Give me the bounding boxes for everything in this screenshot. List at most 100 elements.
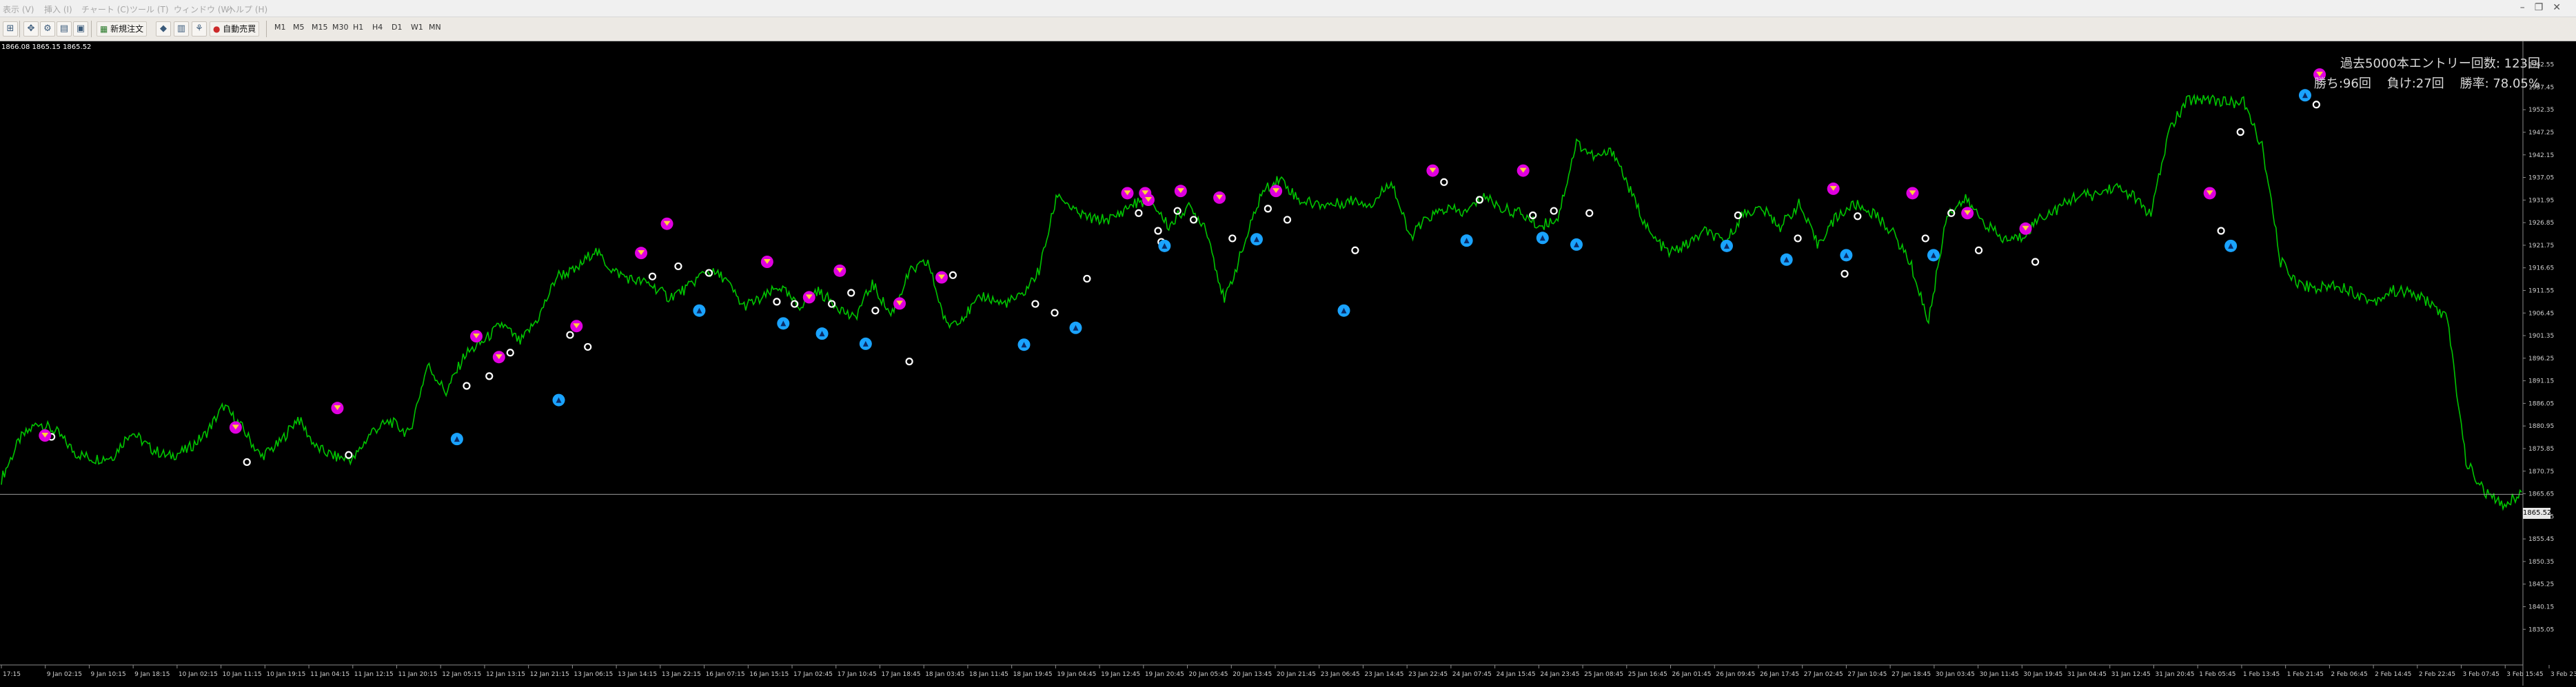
exit-marker: [2217, 227, 2225, 235]
toolbar-separator: [266, 21, 267, 37]
timeframe-w1[interactable]: W1: [411, 23, 423, 32]
exit-marker: [1228, 234, 1237, 243]
x-tick-label: 13 Jan 22:15: [662, 671, 701, 678]
y-tick-label: 1880.95: [2528, 423, 2554, 430]
x-tick-label: 13 Jan 06:15: [574, 671, 613, 678]
exit-marker: [871, 307, 880, 315]
x-tick-label: 30 Jan 11:45: [1980, 671, 2019, 678]
y-tick-label: 1916.65: [2528, 265, 2554, 272]
profiles-icon[interactable]: ✥: [23, 21, 39, 37]
x-tick-label: 2 Feb 22:45: [2419, 671, 2455, 678]
exit-marker: [648, 272, 657, 280]
timeframe-m1[interactable]: M1: [274, 23, 286, 32]
exit-marker: [566, 331, 574, 339]
chart-canvas[interactable]: 1962.551957.451952.351947.251942.151937.…: [0, 41, 2576, 687]
x-tick-label: 19 Jan 12:45: [1101, 671, 1140, 678]
timeframe-m30[interactable]: M30: [332, 23, 349, 32]
exit-marker: [1031, 300, 1039, 308]
x-tick-label: 3 Feb 15:45: [2506, 671, 2543, 678]
exit-marker: [1794, 234, 1802, 243]
exit-marker: [905, 358, 913, 366]
x-tick-label: 17 Jan 10:45: [838, 671, 877, 678]
x-tick-label: 1 Feb 05:45: [2199, 671, 2235, 678]
exit-marker: [1051, 309, 1059, 317]
current-price-label: 1865.52: [2523, 508, 2551, 519]
menu-view[interactable]: 表示 (V): [3, 3, 34, 15]
close-button[interactable]: ✕: [2553, 2, 2570, 13]
y-tick-label: 1891.15: [2528, 378, 2554, 385]
navigator-icon[interactable]: ▤: [57, 21, 72, 37]
menu-window[interactable]: ウィンドウ (W): [174, 3, 232, 15]
restore-button[interactable]: ❐: [2535, 2, 2553, 13]
timeframe-h4[interactable]: H4: [372, 23, 383, 32]
x-tick-label: 23 Jan 06:45: [1321, 671, 1360, 678]
x-tick-label: 19 Jan 20:45: [1145, 671, 1184, 678]
x-tick-label: 18 Jan 03:45: [925, 671, 964, 678]
x-tick-label: 31 Jan 04:45: [2067, 671, 2107, 678]
menu-tools[interactable]: ツール (T): [130, 3, 169, 15]
auto-trading-label: 自動売買: [223, 24, 256, 34]
timeframe-d1[interactable]: D1: [392, 23, 402, 32]
mt4-terminal-window: 表示 (V) 挿入 (I) チャート (C) ツール (T) ウィンドウ (W)…: [0, 0, 2576, 687]
timeframe-mn[interactable]: MN: [429, 23, 441, 32]
x-tick-label: 31 Jan 12:45: [2111, 671, 2151, 678]
metaeditor-icon[interactable]: ◆: [156, 21, 171, 37]
exit-marker: [584, 342, 592, 351]
exit-marker: [1154, 227, 1162, 235]
exit-marker: [1283, 216, 1292, 224]
y-tick-label: 1952.35: [2528, 107, 2554, 114]
auto-trading-button[interactable]: ● 自動売買: [210, 21, 260, 37]
x-tick-label: 27 Jan 18:45: [1892, 671, 1931, 678]
y-tick-label: 1850.35: [2528, 559, 2554, 566]
x-tick-label: 3 Feb 07:45: [2463, 671, 2499, 678]
y-tick-label: 1906.45: [2528, 310, 2554, 317]
timeframe-h1[interactable]: H1: [353, 23, 363, 32]
exit-marker: [847, 289, 855, 297]
x-tick-label: 12 Jan 13:15: [486, 671, 525, 678]
exit-marker: [2236, 128, 2244, 136]
x-tick-label: 24 Jan 07:45: [1452, 671, 1492, 678]
new-chart-icon[interactable]: ⊞: [3, 21, 18, 37]
y-tick-label: 1855.45: [2528, 536, 2554, 543]
exit-marker: [1854, 212, 1862, 221]
y-tick-label: 1840.15: [2528, 604, 2554, 611]
window-controls: –❐✕: [2520, 2, 2570, 13]
exit-marker: [1440, 178, 1448, 186]
y-tick-label: 1865.65: [2528, 491, 2554, 498]
new-order-button[interactable]: ▦ 新規注文: [97, 21, 148, 37]
menu-help[interactable]: ヘルプ (H): [227, 3, 267, 15]
timeframe-m5[interactable]: M5: [293, 23, 305, 32]
x-tick-label: 17 Jan 02:45: [793, 671, 833, 678]
strategy-tester-icon[interactable]: ▥: [174, 21, 189, 37]
toolbar-separator: [19, 21, 20, 37]
menu-chart[interactable]: チャート (C): [81, 3, 129, 15]
x-tick-label: 11 Jan 04:15: [310, 671, 349, 678]
y-tick-label: 1870.75: [2528, 469, 2554, 475]
toolbar-separator: [91, 21, 92, 37]
terminal-icon[interactable]: ▣: [73, 21, 88, 37]
x-tick-label: 20 Jan 05:45: [1189, 671, 1228, 678]
x-tick-label: 2 Feb 06:45: [2331, 671, 2367, 678]
exit-marker: [674, 262, 682, 271]
x-tick-label: 3 Feb 23:: [2550, 671, 2576, 678]
exit-marker: [791, 300, 799, 308]
market-watch-icon[interactable]: ⚙: [40, 21, 55, 37]
exit-marker: [1135, 209, 1143, 217]
y-tick-label: 1875.85: [2528, 446, 2554, 453]
y-tick-label: 1835.05: [2528, 626, 2554, 633]
x-tick-label: 27 Jan 10:45: [1847, 671, 1887, 678]
x-tick-label: 19 Jan 04:45: [1057, 671, 1096, 678]
y-tick-label: 1931.95: [2528, 197, 2554, 204]
price-chart[interactable]: 1962.55 1957.45 1952.35 1947.25 1942.15 1937.…: [0, 41, 2576, 687]
x-tick-label: 23 Jan 22:45: [1408, 671, 1448, 678]
minimize-button[interactable]: –: [2520, 2, 2535, 13]
y-tick-label: 1901.35: [2528, 333, 2554, 340]
timeframe-m15[interactable]: M15: [312, 23, 328, 32]
options-icon[interactable]: ⚘: [192, 21, 207, 37]
x-tick-label: 31 Jan 20:45: [2155, 671, 2194, 678]
x-tick-label: 25 Jan 16:45: [1628, 671, 1667, 678]
x-tick-label: 17:15: [3, 671, 21, 678]
menu-insert[interactable]: 挿入 (I): [44, 3, 72, 15]
x-tick-label: 30 Jan 03:45: [1936, 671, 1975, 678]
x-tick-label: 20 Jan 13:45: [1233, 671, 1272, 678]
